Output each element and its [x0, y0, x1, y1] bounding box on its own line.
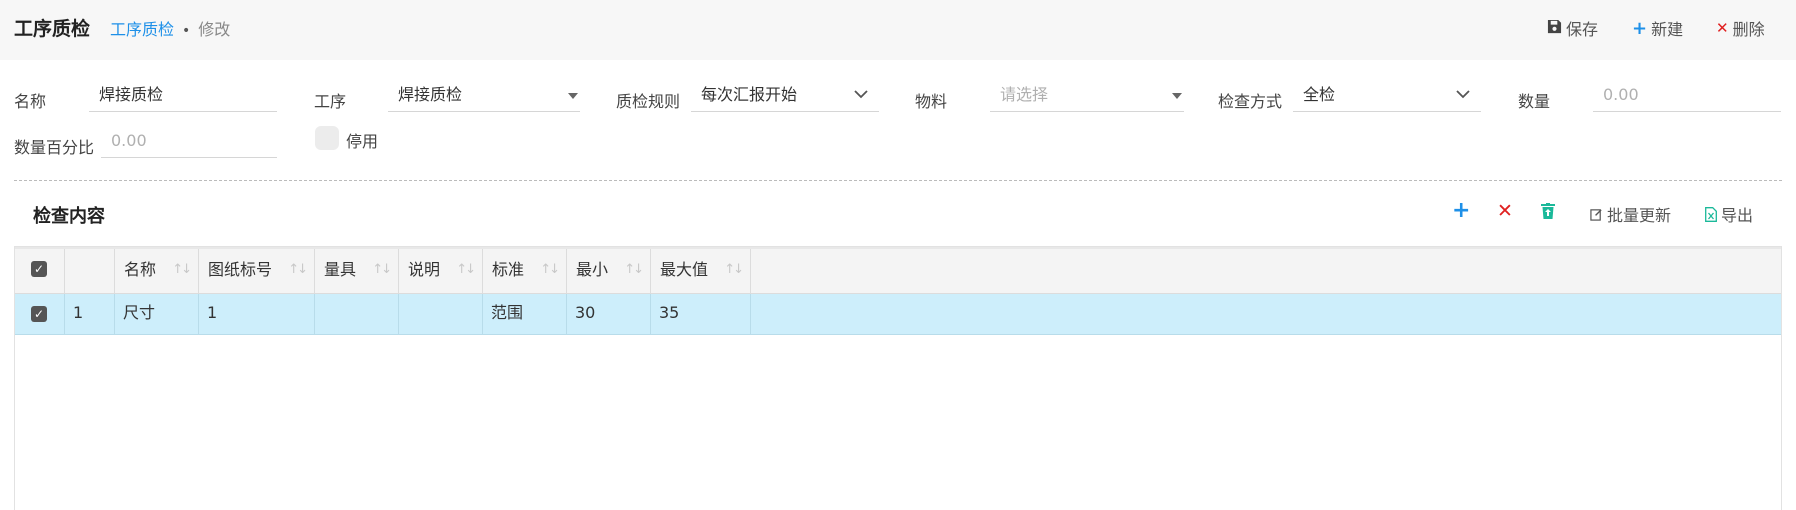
qty-field[interactable]: 0.00 [1593, 82, 1781, 112]
material-label: 物料 [915, 92, 948, 111]
close-icon: ✕ [1497, 200, 1513, 222]
remove-row-button[interactable]: ✕ [1497, 200, 1513, 222]
rule-select[interactable]: 每次汇报开始 [691, 82, 879, 112]
new-label: 新建 [1651, 20, 1684, 39]
select-all-cell: ✓ [15, 249, 65, 294]
breadcrumb-separator: • [182, 23, 191, 39]
delete-label: 删除 [1732, 20, 1765, 39]
add-row-button[interactable]: + [1452, 198, 1470, 223]
disable-checkbox[interactable] [315, 126, 339, 150]
edit-icon [1590, 208, 1602, 221]
column-header[interactable]: 说明 ↑↓ [399, 249, 483, 294]
process-value: 焊接质检 [398, 85, 463, 104]
table-row[interactable]: ✓ 1 尺寸 1 范围 30 35 [15, 294, 1781, 335]
row-checkbox[interactable]: ✓ [31, 306, 47, 322]
sort-icon: ↑↓ [372, 262, 392, 277]
disable-label: 停用 [346, 132, 379, 151]
export-button[interactable]: 导出 [1705, 202, 1753, 226]
name-field[interactable]: 焊接质检 [89, 82, 277, 112]
inspection-table: ✓ 名称 ↑↓ 图纸标号 ↑↓ 量具 ↑↓ 说明 ↑↓ 标准 ↑↓ 最小 ↑↓ 最大值 ↑↓ … [14, 246, 1782, 510]
sort-icon: ↑↓ [540, 262, 560, 277]
plus-icon: + [1452, 198, 1471, 223]
breadcrumb-link[interactable]: 工序质检 [110, 20, 174, 39]
batch-update-label: 批量更新 [1607, 206, 1672, 225]
rule-value: 每次汇报开始 [701, 85, 798, 104]
method-select[interactable]: 全检 [1293, 82, 1481, 112]
cell-max[interactable]: 35 [651, 294, 751, 334]
trash-icon [1541, 203, 1555, 219]
index-header [65, 249, 115, 294]
method-label: 检查方式 [1218, 92, 1283, 111]
new-button[interactable]: + 新建 [1632, 16, 1683, 40]
material-placeholder: 请选择 [1000, 85, 1049, 104]
save-button[interactable]: 保存 [1547, 16, 1598, 40]
sort-icon: ↑↓ [172, 262, 192, 277]
caret-down-icon [568, 93, 578, 99]
clear-rows-button[interactable] [1541, 203, 1555, 219]
method-value: 全检 [1303, 85, 1336, 104]
caret-down-icon [1172, 93, 1182, 99]
page-header: 工序质检 工序质检 • 修改 保存 + 新建 ✕ 删除 [0, 0, 1796, 60]
column-header[interactable]: 量具 ↑↓ [315, 249, 399, 294]
chevron-down-icon [1456, 90, 1470, 99]
chevron-down-icon [854, 90, 868, 99]
process-label: 工序 [314, 92, 347, 111]
column-header[interactable]: 名称 ↑↓ [115, 249, 199, 294]
column-header[interactable]: 最小 ↑↓ [567, 249, 651, 294]
breadcrumb: 工序质检 • 修改 [110, 16, 230, 40]
cell-gauge[interactable] [315, 294, 399, 334]
qty-percent-field[interactable]: 0.00 [101, 128, 277, 158]
cell-min[interactable]: 30 [567, 294, 651, 334]
qty-percent-label: 数量百分比 [14, 138, 95, 157]
batch-update-button[interactable]: 批量更新 [1590, 202, 1671, 226]
rule-label: 质检规则 [616, 92, 681, 111]
save-label: 保存 [1566, 20, 1599, 39]
cell-note[interactable] [399, 294, 483, 334]
breadcrumb-current: 修改 [198, 20, 231, 39]
process-select[interactable]: 焊接质检 [388, 82, 580, 112]
row-select-cell: ✓ [15, 294, 65, 334]
sort-icon: ↑↓ [724, 262, 744, 277]
sort-icon: ↑↓ [288, 262, 308, 277]
delete-button[interactable]: ✕ 删除 [1716, 16, 1765, 40]
cell-standard[interactable]: 范围 [483, 294, 567, 334]
column-header[interactable]: 标准 ↑↓ [483, 249, 567, 294]
column-header[interactable]: 图纸标号 ↑↓ [199, 249, 315, 294]
column-header[interactable]: 最大值 ↑↓ [651, 249, 751, 294]
sort-icon: ↑↓ [624, 262, 644, 277]
cell-drawing-no[interactable]: 1 [199, 294, 315, 334]
row-index: 1 [65, 294, 115, 334]
excel-file-icon [1705, 206, 1717, 222]
save-icon [1547, 19, 1562, 38]
name-label: 名称 [14, 92, 47, 111]
qty-label: 数量 [1518, 92, 1551, 111]
plus-icon: + [1632, 17, 1648, 39]
material-select[interactable]: 请选择 [990, 82, 1184, 112]
cell-name[interactable]: 尺寸 [115, 294, 199, 334]
sort-icon: ↑↓ [456, 262, 476, 277]
table-header: ✓ 名称 ↑↓ 图纸标号 ↑↓ 量具 ↑↓ 说明 ↑↓ 标准 ↑↓ 最小 ↑↓ 最大值 ↑↓ [15, 247, 1781, 294]
divider [14, 180, 1782, 181]
export-label: 导出 [1721, 206, 1754, 225]
close-icon: ✕ [1716, 19, 1729, 37]
page-title: 工序质检 [14, 18, 91, 40]
select-all-checkbox[interactable]: ✓ [31, 261, 47, 277]
section-title: 检查内容 [33, 206, 105, 227]
